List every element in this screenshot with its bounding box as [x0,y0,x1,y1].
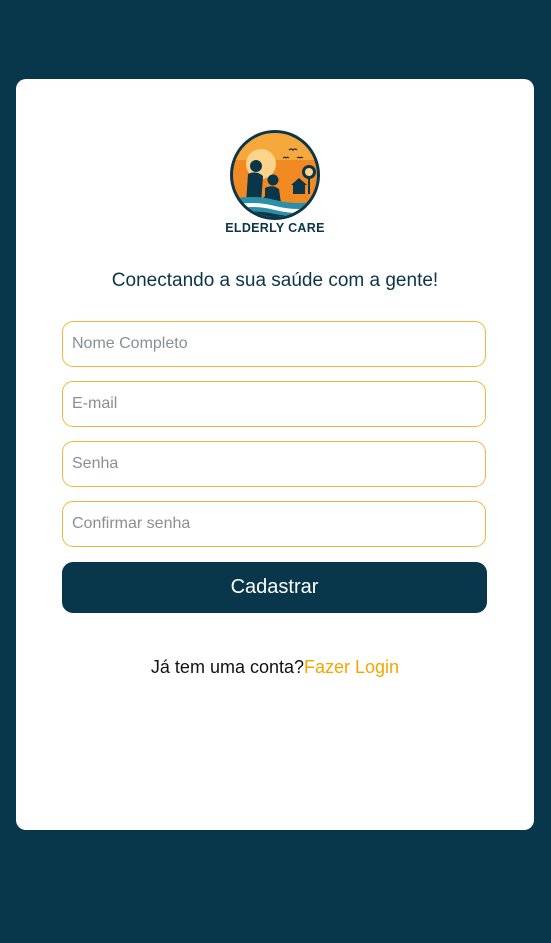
brand-name: ELDERLY CARE [225,221,325,235]
tagline: Conectando a sua saúde com a gente! [111,270,439,291]
confirm-password-input[interactable] [62,501,486,547]
login-prompt-text: Já tem uma conta? [150,657,305,677]
login-prompt: Já tem uma conta?Fazer Login [16,657,534,678]
elderly-care-logo-icon [230,130,320,220]
brand-logo: ELDERLY CARE [16,130,534,235]
full-name-input[interactable] [62,321,486,367]
login-link[interactable]: Fazer Login [304,657,399,677]
signup-card: ELDERLY CARE Conectando a sua saúde com … [16,79,534,830]
register-button[interactable]: Cadastrar [62,562,487,613]
email-input[interactable] [62,381,486,427]
password-input[interactable] [62,441,486,487]
